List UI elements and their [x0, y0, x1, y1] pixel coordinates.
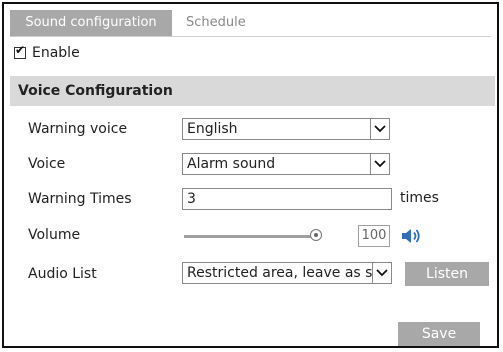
tab-bar: Sound configuration Schedule	[10, 10, 491, 37]
voice-label: Voice	[28, 156, 66, 172]
volume-value-box: 100	[358, 225, 390, 247]
warning-voice-select[interactable]: English	[182, 118, 390, 140]
enable-row[interactable]: ✔ Enable	[14, 42, 80, 64]
speaker-icon[interactable]	[400, 226, 422, 246]
voice-value: Alarm sound	[187, 156, 276, 172]
volume-slider-thumb[interactable]	[310, 229, 322, 241]
warning-voice-value: English	[187, 121, 238, 137]
tab-sound-configuration[interactable]: Sound configuration	[10, 10, 172, 36]
warning-times-unit: times	[400, 190, 439, 206]
listen-button[interactable]: Listen	[405, 262, 489, 286]
sound-config-panel: Sound configuration Schedule ✔ Enable Vo…	[2, 2, 499, 348]
enable-label: Enable	[32, 45, 80, 61]
audio-list-label: Audio List	[28, 266, 97, 282]
chevron-down-icon[interactable]	[370, 154, 389, 174]
audio-list-select[interactable]: Restricted area, leave as so	[182, 262, 392, 284]
voice-select[interactable]: Alarm sound	[182, 153, 390, 175]
warning-times-label: Warning Times	[28, 191, 132, 207]
tab-schedule[interactable]: Schedule	[176, 10, 256, 36]
save-button[interactable]: Save	[398, 322, 480, 346]
audio-list-value: Restricted area, leave as so	[187, 265, 373, 281]
volume-label: Volume	[28, 227, 81, 243]
volume-slider-track[interactable]	[184, 235, 316, 238]
chevron-down-icon[interactable]	[372, 263, 391, 283]
enable-checkbox[interactable]: ✔	[14, 43, 26, 59]
checkmark-icon: ✔	[15, 43, 26, 57]
volume-slider-fill	[184, 235, 316, 238]
chevron-down-icon[interactable]	[370, 119, 389, 139]
warning-times-input[interactable]: 3	[182, 188, 392, 210]
warning-voice-label: Warning voice	[28, 121, 128, 137]
section-header: Voice Configuration	[10, 76, 495, 106]
